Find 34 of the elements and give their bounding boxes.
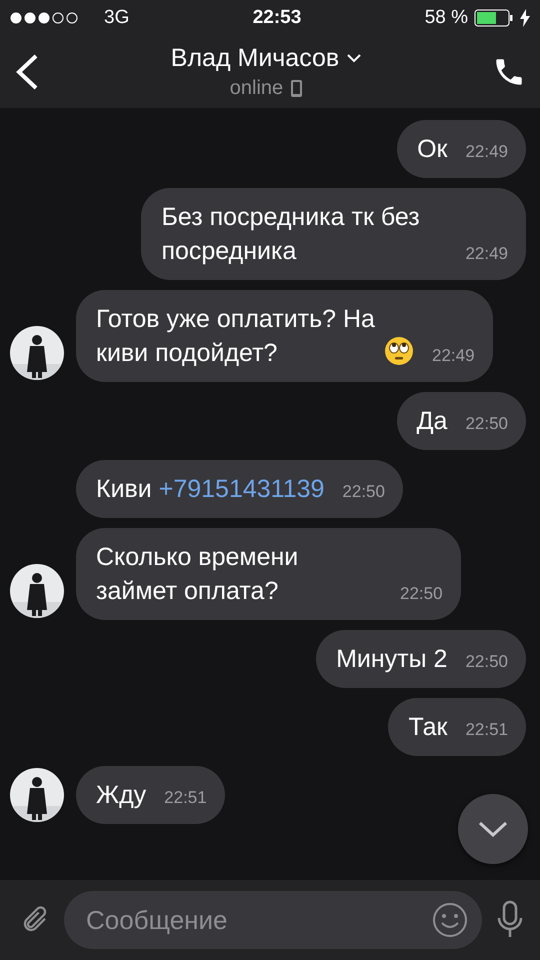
charging-icon [520, 9, 530, 27]
message-time: 22:50 [465, 652, 508, 672]
message-input[interactable]: Сообщение [64, 891, 482, 949]
chevron-down-icon [478, 821, 508, 837]
smiley-icon[interactable] [432, 902, 468, 938]
message-time: 22:51 [465, 720, 508, 740]
back-button[interactable] [14, 53, 40, 91]
message-time: 22:49 [465, 244, 508, 264]
message-time: 22:49 [432, 346, 475, 366]
message-time: 22:50 [465, 414, 508, 434]
online-status: online [230, 77, 284, 100]
network-type: 3G [104, 7, 130, 29]
battery-percent: 58 % [424, 7, 468, 29]
message-text: Да [416, 406, 448, 437]
battery-icon [474, 9, 514, 27]
message-time: 22:50 [400, 584, 443, 604]
phone-link[interactable]: +79151431139 [158, 475, 324, 503]
message-time: 22:51 [164, 788, 207, 808]
clock: 22:53 [252, 7, 302, 29]
message-text: Без посредника тк без посредника [161, 202, 421, 267]
chevron-down-icon[interactable] [347, 54, 362, 63]
microphone-icon[interactable] [496, 900, 524, 940]
message-text: Киви [96, 475, 152, 503]
message-text: Жду [96, 780, 146, 811]
message-text: Минуты 2 [336, 644, 448, 675]
contact-name[interactable]: Влад Мичасов [170, 44, 340, 73]
phone-device-icon [291, 80, 302, 97]
message-time: 22:49 [465, 142, 508, 162]
message-text: Так [408, 712, 448, 743]
signal-icon [10, 12, 78, 24]
message-text: Сколько времени займет оплата? [96, 542, 300, 607]
message-time: 22:50 [342, 482, 385, 502]
message-text: Ок [417, 134, 448, 165]
message-text: Готов уже оплатить? На киви подойдет? [96, 304, 376, 369]
